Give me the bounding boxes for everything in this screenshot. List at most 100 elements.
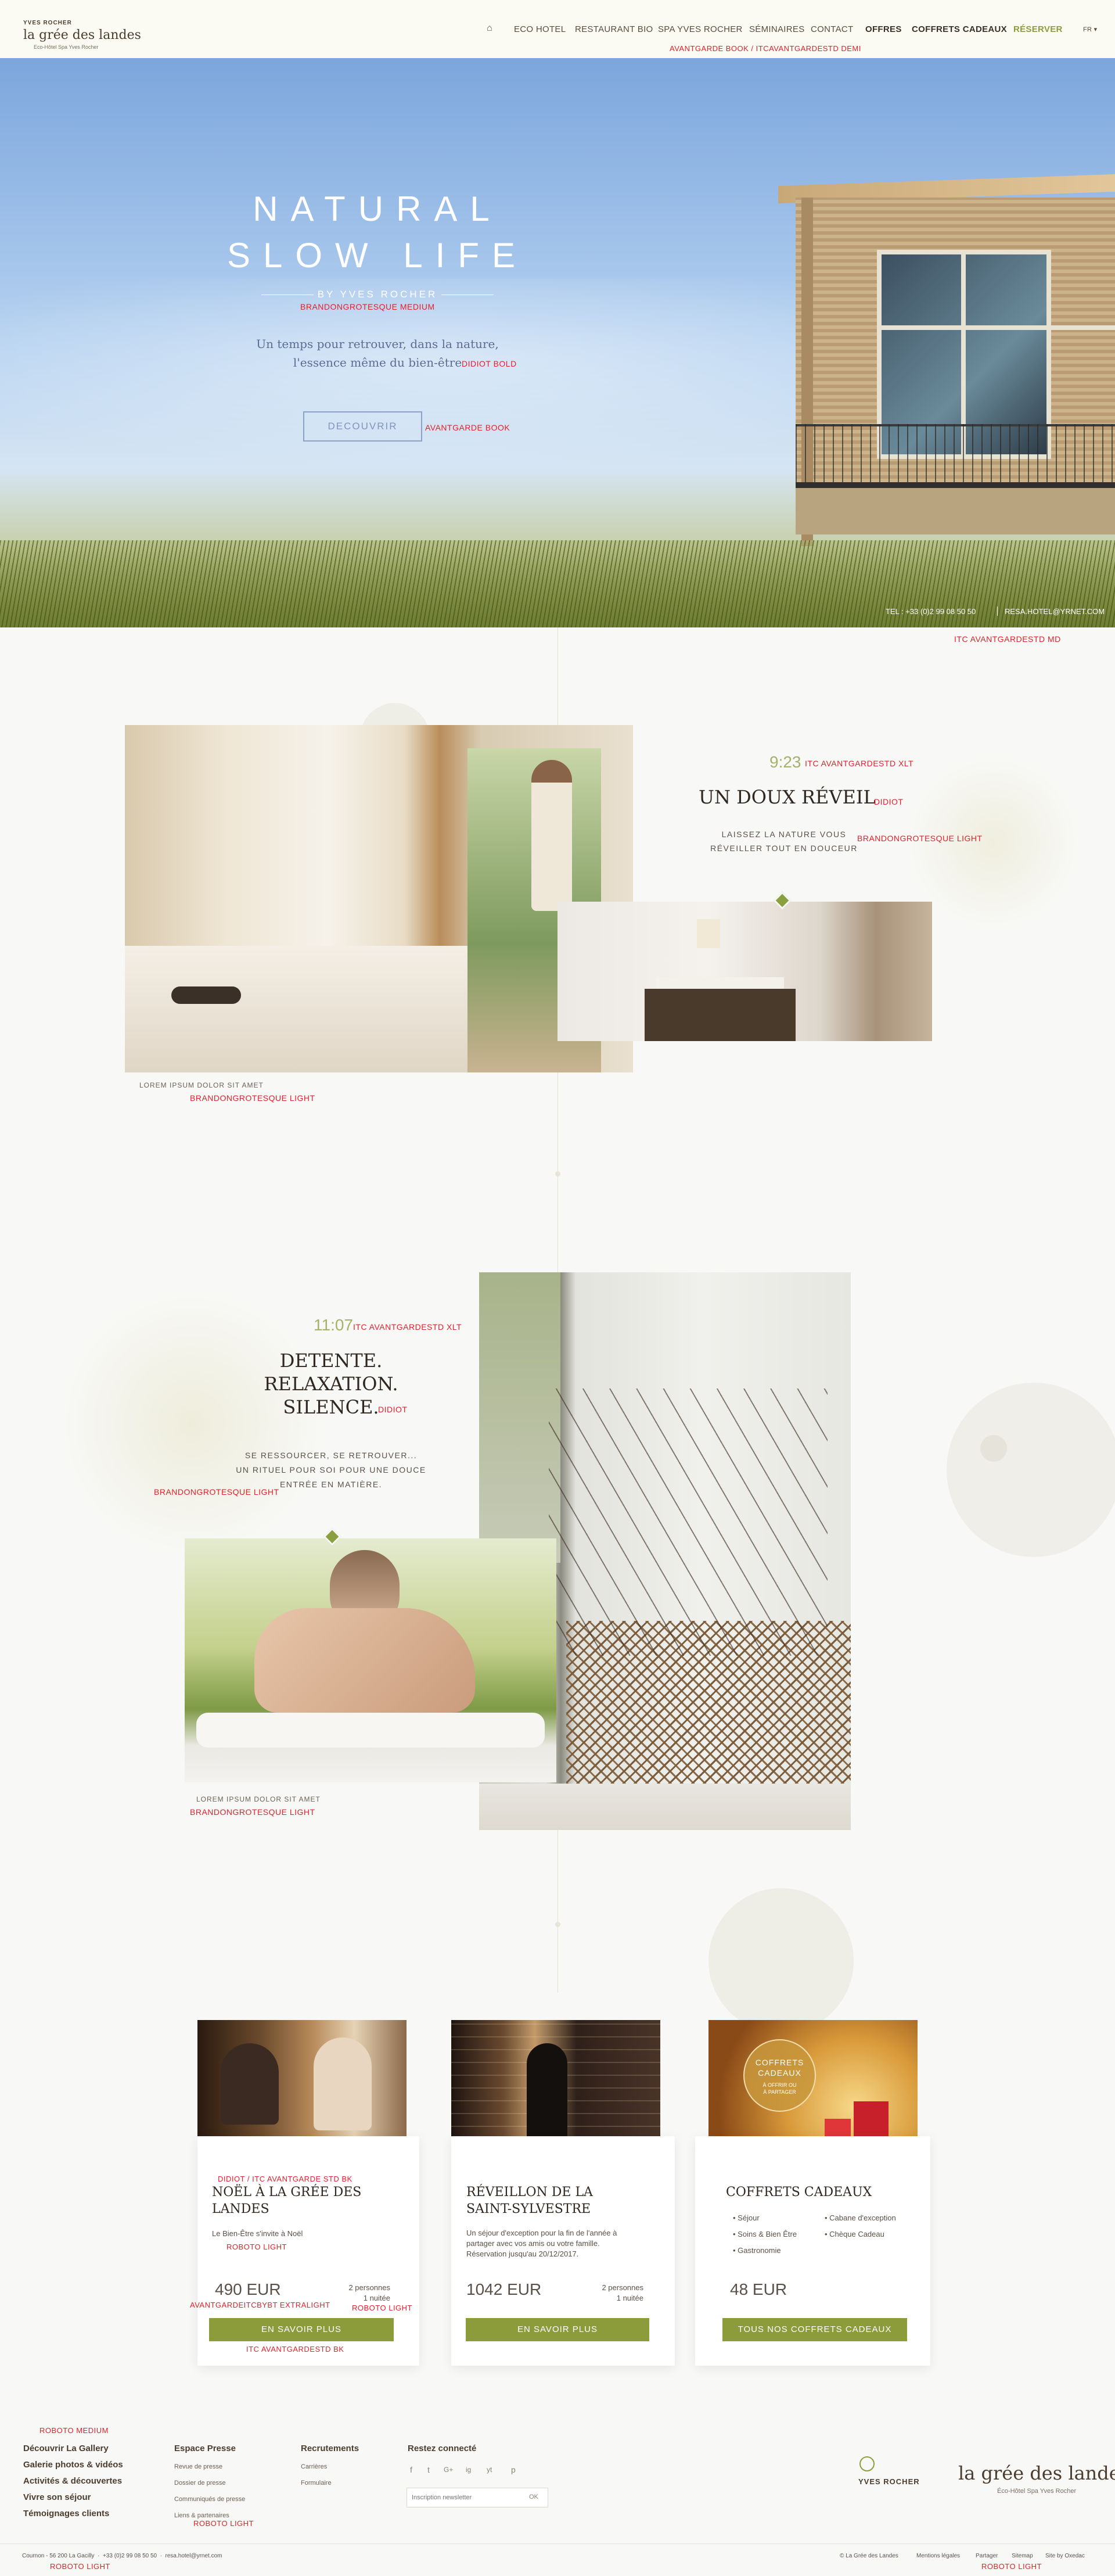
hero-tagline-font-note: DIDIOT BOLD — [462, 359, 517, 368]
brand-name: la grée des landes — [23, 28, 141, 42]
nav-spa[interactable]: SPA YVES ROCHER — [658, 24, 743, 34]
breakfast-image — [558, 902, 932, 1041]
offer1-price: 490 EUR — [215, 2280, 281, 2298]
section2-text-line1: SE RESSOURCER, SE RETROUVER... — [244, 1451, 418, 1460]
footer-brand-sub: Éco-Hôtel Spa Yves Rocher — [997, 2488, 1077, 2495]
offer1-button-font-note: ITC AVANTGARDESTD BK — [246, 2345, 344, 2353]
offer1-persons-font-note: ROBOTO LIGHT — [352, 2304, 412, 2312]
footer-link[interactable]: Vivre son séjour — [23, 2492, 91, 2502]
section2-time: 11:07 — [314, 1316, 353, 1334]
offer2-title-line2: SAINT-SYLVESTRE — [466, 2202, 591, 2216]
brand-top: YVES ROCHER — [23, 20, 72, 26]
footer-link[interactable]: Formulaire — [301, 2480, 332, 2487]
spa-massage-image — [185, 1538, 556, 1782]
nav-eco-hotel[interactable]: ECO HOTEL — [514, 24, 566, 34]
offer1-more-button[interactable]: EN SAVOIR PLUS — [209, 2318, 394, 2341]
footer-col3-title: Recrutements — [301, 2444, 359, 2453]
footer-font-note-top: ROBOTO MEDIUM — [39, 2426, 109, 2435]
section1-title: UN DOUX RÉVEIL — [699, 786, 876, 808]
section1-time-font-note: ITC AVANTGARDESTD XLT — [805, 759, 914, 768]
offer3-title: COFFRETS CADEAUX — [726, 2185, 872, 2200]
hero-title-line1: NATURAL — [253, 189, 502, 228]
offer1-title-font-note: DIDIOT / ITC AVANTGARDE STD BK — [218, 2175, 353, 2183]
footer-yr-text: YVES ROCHER — [858, 2477, 920, 2486]
footer-bottom-font-note: ROBOTO LIGHT — [981, 2562, 1042, 2571]
leaf-icon — [859, 2456, 875, 2471]
offer1-desc: Le Bien-Être s'invite à Noël — [212, 2229, 303, 2238]
home-icon[interactable]: ⌂ — [487, 23, 492, 34]
hero-by-line: BY YVES ROCHER — [317, 289, 438, 300]
newsletter-submit-button[interactable]: OK — [529, 2494, 538, 2500]
footer-link[interactable]: Galerie photos & vidéos — [23, 2460, 123, 2470]
badge-line4: À PARTAGER — [763, 2089, 796, 2095]
twitter-icon[interactable]: t — [427, 2465, 430, 2474]
badge-line3: À OFFRIR OU — [762, 2082, 797, 2088]
offer3-item: • Gastronomie — [733, 2246, 781, 2255]
footer-link[interactable]: Dossier de presse — [174, 2480, 226, 2487]
footer-link[interactable]: Témoignages clients — [23, 2509, 109, 2518]
footer-bottom-link[interactable]: Site by Oxedac — [1045, 2553, 1085, 2559]
coffrets-badge: COFFRETS CADEAUX À OFFRIR OU À PARTAGER — [743, 2039, 816, 2112]
hero-email[interactable]: RESA.HOTEL@YRNET.COM — [1005, 607, 1105, 616]
footer-bottom-link[interactable]: Mentions légales — [916, 2553, 960, 2559]
offer2-price: 1042 EUR — [466, 2280, 542, 2298]
nav-offres[interactable]: OFFRES — [865, 24, 902, 34]
nav-coffrets[interactable]: COFFRETS CADEAUX — [912, 24, 1007, 34]
hero-contact-separator — [997, 607, 998, 616]
footer-link[interactable]: Revue de presse — [174, 2463, 222, 2470]
pinterest-icon[interactable]: p — [511, 2465, 516, 2474]
offer1-title-line1: NOËL À LA GRÉE DES — [212, 2185, 362, 2200]
footer-link[interactable]: Communiqués de presse — [174, 2496, 245, 2503]
hero-discover-button[interactable]: DECOUVRIR — [303, 411, 422, 442]
hero-by-font-note: BRANDONGROTESQUE MEDIUM — [300, 302, 435, 311]
offer2-more-button[interactable]: EN SAVOIR PLUS — [466, 2318, 649, 2341]
section2-title-font-note: DIDIOT — [378, 1405, 408, 1414]
offer3-item: • Cabane d'exception — [825, 2213, 896, 2222]
deco-circle — [708, 1888, 854, 2033]
section2-caption-font-note: BRANDONGROTESQUE LIGHT — [190, 1807, 315, 1817]
timeline-dot — [555, 1922, 560, 1927]
section2-title-line1: DETENTE. — [279, 1350, 383, 1372]
newsletter-input[interactable] — [412, 2492, 522, 2503]
footer-link[interactable]: Découvrir La Gallery — [23, 2444, 109, 2453]
offer2-desc-line2: partager avec vos amis ou votre famille. — [466, 2239, 600, 2248]
nav-restaurant-bio[interactable]: RESTAURANT BIO — [575, 24, 653, 34]
nav-reserver[interactable]: RÉSERVER — [1013, 24, 1063, 34]
footer-bottom-link[interactable]: Sitemap — [1012, 2553, 1033, 2559]
section1-text-line1: LAISSEZ LA NATURE VOUS — [721, 830, 847, 839]
section1-text-line2: RÉVEILLER TOUT EN DOUCEUR — [710, 844, 858, 853]
footer-brand-name[interactable]: la grée des landes — [958, 2462, 1115, 2484]
section2-time-font-note: ITC AVANTGARDESTD XLT — [353, 1322, 462, 1332]
deco-circle — [58, 1290, 325, 1557]
section1-title-font-note: DIDIOT — [874, 797, 904, 806]
google-plus-icon[interactable]: G+ — [444, 2466, 453, 2474]
section2-caption: LOREM IPSUM DOLOR SIT AMET — [196, 1795, 321, 1803]
hero-phone[interactable]: TEL : +33 (0)2 99 08 50 50 — [886, 607, 976, 616]
hero-button-font-note: AVANTGARDE BOOK — [425, 423, 510, 432]
footer-bottom-link[interactable]: © La Grée des Landes — [840, 2553, 898, 2559]
offer1-nights: 1 nuitée — [363, 2294, 390, 2302]
footer-link[interactable]: Carrières — [301, 2463, 327, 2470]
offer2-persons: 2 personnes — [602, 2283, 643, 2292]
instagram-icon[interactable]: ig — [466, 2466, 471, 2474]
facebook-icon[interactable]: f — [410, 2465, 412, 2474]
footer-link[interactable]: Liens & partenaires — [174, 2512, 229, 2519]
section2-text-line2: UN RITUEL POUR SOI POUR UNE DOUCE — [236, 1465, 426, 1474]
youtube-icon[interactable]: yt — [487, 2466, 492, 2474]
offer1-persons: 2 personnes — [348, 2283, 390, 2292]
offer2-nights: 1 nuitée — [616, 2294, 643, 2302]
footer-col2-font-note: ROBOTO LIGHT — [193, 2519, 254, 2528]
bedroom-image — [125, 725, 633, 1072]
hero-title-line2: SLOW LIFE — [226, 236, 528, 275]
site-header: YVES ROCHER la grée des landes Eco-Hôtel… — [0, 0, 1115, 58]
nav-seminaires[interactable]: SÉMINAIRES — [749, 24, 805, 34]
language-select[interactable]: FR ▾ — [1083, 26, 1097, 33]
nav-contact[interactable]: CONTACT — [811, 24, 853, 34]
section1-text-font-note: BRANDONGROTESQUE LIGHT — [857, 834, 983, 843]
footer-yr-logo[interactable]: YVES ROCHER — [858, 2456, 938, 2491]
brand-logo[interactable]: YVES ROCHER la grée des landes Eco-Hôtel… — [23, 7, 141, 53]
offer1-price-font-note: AVANTGARDEITCBYBT EXTRALIGHT — [190, 2301, 330, 2309]
offer3-all-button[interactable]: TOUS NOS COFFRETS CADEAUX — [722, 2318, 907, 2341]
footer-bottom-link[interactable]: Partager — [976, 2553, 998, 2559]
footer-link[interactable]: Activités & découvertes — [23, 2476, 122, 2486]
